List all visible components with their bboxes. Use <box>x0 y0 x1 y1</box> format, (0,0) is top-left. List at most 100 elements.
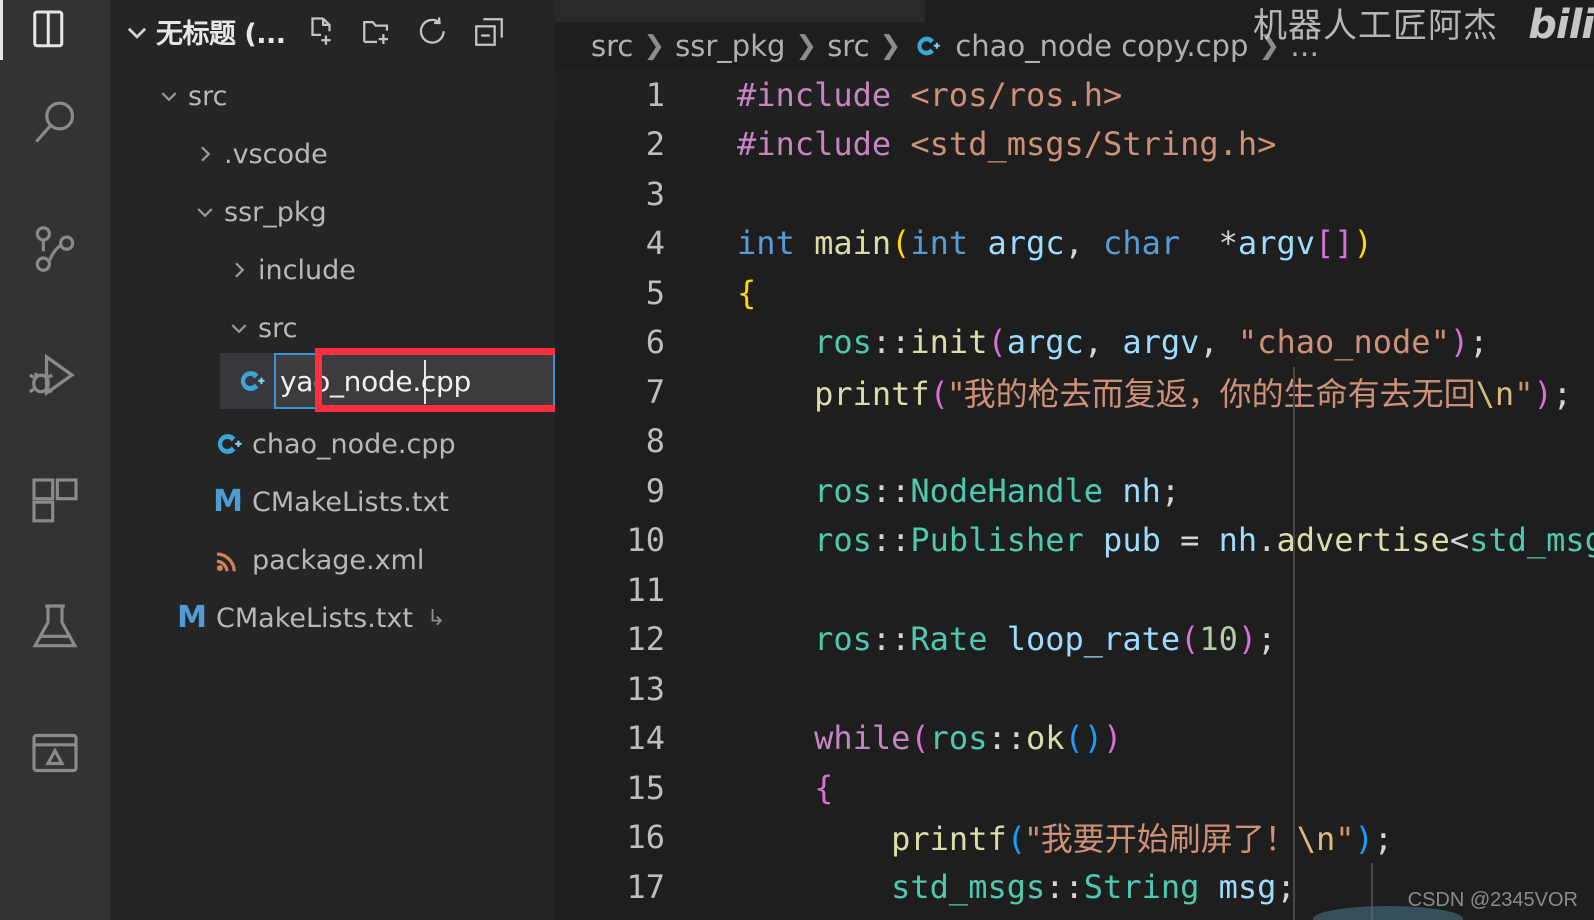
code-text: ros::Rate loop_rate(10); <box>814 620 1277 659</box>
tree-item-folder[interactable]: include <box>110 241 555 299</box>
tree-item-folder[interactable]: ssr_pkg <box>110 183 555 241</box>
activity-item-run-and-debug[interactable] <box>0 312 110 438</box>
code-line: 12 ros::Rate loop_rate(10); <box>555 615 1594 665</box>
search-icon <box>27 95 83 151</box>
tree-item-file[interactable]: M CMakeLists.txt ↳ <box>110 589 555 647</box>
line-number: 14 <box>626 719 665 758</box>
files-icon <box>28 3 82 57</box>
tree-item-file[interactable]: M CMakeLists.txt <box>110 473 555 531</box>
code-text: while(ros::ok()) <box>814 719 1123 758</box>
chevron-right-icon[interactable] <box>188 142 222 166</box>
chevron-down-icon[interactable] <box>222 316 256 340</box>
line-number: 11 <box>626 570 665 609</box>
breadcrumb-item[interactable]: ssr_pkg <box>675 29 785 63</box>
code-text: int main(int argc, char *argv[]) <box>737 224 1373 263</box>
line-number: 8 <box>645 422 665 461</box>
breadcrumb-separator: ❯ <box>643 31 666 61</box>
activity-item-extensions[interactable] <box>0 438 110 564</box>
line-number: 6 <box>645 323 665 362</box>
code-line: 6 ros::init(argc, argv, "chao_node"); <box>555 318 1594 368</box>
tree-item-label: CMakeLists.txt <box>252 486 449 518</box>
line-number: 3 <box>645 174 665 213</box>
code-line: 15 { <box>555 763 1594 813</box>
line-number: 2 <box>645 125 665 164</box>
editor-area: src ❯ ssr_pkg ❯ src ❯ chao_node copy.cpp… <box>555 0 1594 920</box>
xml-file-icon <box>206 545 250 575</box>
code-text: #include <ros/ros.h> <box>737 75 1123 114</box>
new-file-icon[interactable] <box>304 15 338 49</box>
code-line: 9 ros::NodeHandle nh; <box>555 466 1594 516</box>
extensions-icon <box>27 473 83 529</box>
code-text: ros::Publisher pub = nh.advertise<std_ms… <box>814 521 1594 560</box>
collapse-all-icon[interactable] <box>472 15 506 49</box>
chevron-down-icon[interactable] <box>188 200 222 224</box>
code-line: 16 printf("我要开始刷屏了！\n"); <box>555 813 1594 863</box>
vscode-window: 无标题 (... src .vscode ssr_pkg include src… <box>0 0 1594 920</box>
run-debug-icon <box>26 346 84 404</box>
code-text: printf("我的枪去而复返，你的生命有去无回\n"); <box>814 374 1572 413</box>
cmake-file-icon: M <box>213 484 243 519</box>
code-line: 11 <box>555 565 1594 615</box>
line-number: 16 <box>626 818 665 857</box>
breadcrumb-separator: ❯ <box>1258 31 1281 61</box>
tree-item-file[interactable]: chao_node.cpp <box>110 415 555 473</box>
breadcrumb-item[interactable]: chao_node copy.cpp <box>955 29 1248 63</box>
code-line: 14 while(ros::ok()) <box>555 714 1594 764</box>
beaker-icon <box>27 599 83 655</box>
tree-item-folder[interactable]: src <box>110 67 555 125</box>
new-file-name-input[interactable]: yao_node.cpp <box>274 353 555 409</box>
code-line: 2 #include <std_msgs/String.h> <box>555 120 1594 170</box>
tree-item-folder[interactable]: .vscode <box>110 125 555 183</box>
indent-guide <box>1293 367 1295 920</box>
activity-item-search[interactable] <box>0 60 110 186</box>
chevron-down-icon[interactable] <box>152 84 186 108</box>
refresh-icon[interactable] <box>416 15 450 49</box>
cpp-file-icon <box>206 427 250 461</box>
activity-item-source-control[interactable] <box>0 186 110 312</box>
code-line: 5 { <box>555 268 1594 318</box>
cpp-file-icon <box>220 364 274 398</box>
tree-item-label: package.xml <box>252 544 425 576</box>
new-folder-icon[interactable] <box>360 15 394 49</box>
preview-panel-icon <box>27 725 83 781</box>
tree-item-label: src <box>188 80 228 112</box>
line-number: 10 <box>626 521 665 560</box>
line-number: 7 <box>645 372 665 411</box>
code-text: ros::init(argc, argv, "chao_node"); <box>814 323 1489 362</box>
cmake-file-icon: M <box>177 600 207 635</box>
breadcrumb-item[interactable]: src <box>591 29 633 63</box>
explorer-header-actions <box>304 15 506 49</box>
tab-active[interactable] <box>555 0 925 22</box>
new-file-name-value: yao_node.cpp <box>280 364 471 398</box>
code-text: { <box>737 273 757 312</box>
editor-tab-strip <box>555 0 1594 22</box>
explorer-header: 无标题 (... <box>110 0 555 63</box>
activity-bar <box>0 0 110 920</box>
chevron-right-icon[interactable] <box>222 258 256 282</box>
tree-item-label: src <box>258 312 298 344</box>
breadcrumb-separator: ❯ <box>879 31 902 61</box>
activity-item-explorer[interactable] <box>0 0 110 60</box>
code-text: { <box>814 768 834 807</box>
code-text: ros::NodeHandle nh; <box>814 471 1181 510</box>
workspace-title: 无标题 (... <box>156 19 286 50</box>
tree-item-label: include <box>258 254 356 286</box>
breadcrumb-item[interactable]: … <box>1290 29 1319 63</box>
code-line: 8 <box>555 417 1594 467</box>
source-control-icon <box>27 221 83 277</box>
code-editor[interactable]: 1 #include <ros/ros.h> 2 #include <std_m… <box>555 70 1594 920</box>
line-number: 5 <box>645 273 665 312</box>
cpp-file-icon <box>911 30 943 62</box>
breadcrumb-separator: ❯ <box>795 31 818 61</box>
breadcrumb-item[interactable]: src <box>827 29 869 63</box>
tree-item-file[interactable]: package.xml <box>110 531 555 589</box>
tree-item-label: CMakeLists.txt <box>216 602 413 634</box>
tree-item-folder[interactable]: src <box>110 299 555 357</box>
code-line: 4 int main(int argc, char *argv[]) <box>555 219 1594 269</box>
chevron-down-icon[interactable] <box>122 17 152 47</box>
line-number: 15 <box>626 768 665 807</box>
tree-item-label: chao_node.cpp <box>252 428 456 460</box>
activity-item-ros-preview[interactable] <box>0 690 110 816</box>
tree-item-label: ssr_pkg <box>224 196 327 228</box>
activity-item-testing[interactable] <box>0 564 110 690</box>
